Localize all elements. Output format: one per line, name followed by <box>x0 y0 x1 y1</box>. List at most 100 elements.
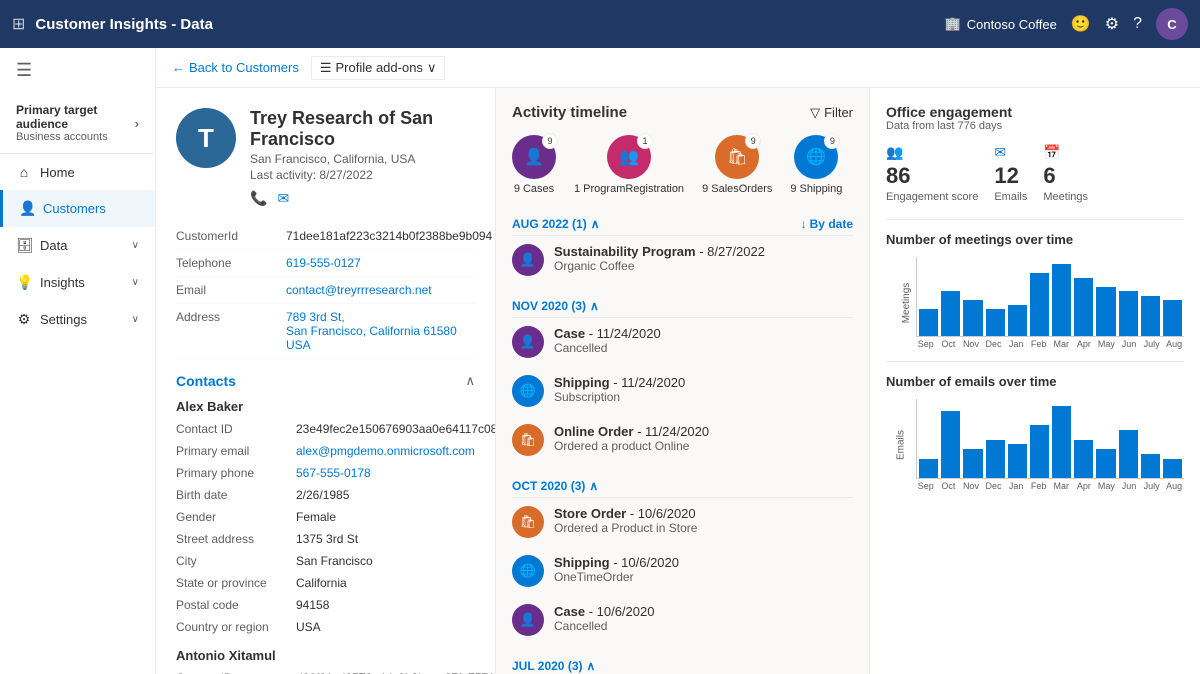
bar-label: May <box>1097 481 1117 491</box>
programreg-label: 1 ProgramRegistration <box>574 183 684 195</box>
bar[interactable] <box>1074 440 1093 478</box>
customerid-value: 71dee181af223c3214b0f2388be9b094 <box>286 229 492 243</box>
back-to-customers-link[interactable]: ← Back to Customers <box>172 60 299 75</box>
timeline-item-case-oct: 👤 Case - 10/6/2020 Cancelled <box>512 596 853 645</box>
customer-detail-panel: T Trey Research of San Francisco San Fra… <box>156 88 496 674</box>
bar-label: Jan <box>1006 339 1026 349</box>
office-engagement-subtitle: Data from last 776 days <box>886 120 1184 132</box>
bar[interactable] <box>941 291 960 336</box>
sidebar-item-customers[interactable]: 👤 Customers <box>0 190 155 227</box>
sidebar-item-settings[interactable]: ⚙ Settings ∨ <box>0 301 155 338</box>
case-nov-content: Case - 11/24/2020 Cancelled <box>554 326 853 355</box>
phone-icon[interactable]: 📞 <box>250 190 267 207</box>
case-nov-icon: 👤 <box>512 326 544 358</box>
emails-stat-icon: ✉ <box>994 144 1006 161</box>
bar[interactable] <box>1074 278 1093 337</box>
bar[interactable] <box>986 309 1005 336</box>
bar-label: Apr <box>1074 339 1094 349</box>
hamburger-icon[interactable]: ☰ <box>0 48 155 93</box>
timeline-item-sustainability: 👤 Sustainability Program - 8/27/2022 Org… <box>512 236 853 285</box>
shipping-label: 9 Shipping <box>790 183 842 195</box>
bar[interactable] <box>963 300 982 336</box>
bar[interactable] <box>1030 273 1049 336</box>
detail-row-customerid: CustomerId 71dee181af223c3214b0f2388be9b… <box>176 223 475 250</box>
grid-icon[interactable]: ⊞ <box>12 14 25 34</box>
timeline-group-jul2020: JUL 2020 (3) ∧ <box>512 653 853 674</box>
gear-button[interactable]: ⚙ <box>1105 14 1119 34</box>
sidebar-item-home[interactable]: ⌂ Home <box>0 154 155 190</box>
timeline-group-aug2022: AUG 2022 (1) ∧ ↓ By date 👤 Sustainabilit… <box>512 211 853 285</box>
sustainability-sub: Organic Coffee <box>554 259 853 273</box>
bar[interactable] <box>986 440 1005 478</box>
shipping-oct-icon: 🌐 <box>512 555 544 587</box>
target-chevron-icon: › <box>135 116 139 131</box>
bar[interactable] <box>1096 449 1115 478</box>
bar[interactable] <box>1052 406 1071 478</box>
case-oct-sub: Cancelled <box>554 619 853 633</box>
bar[interactable] <box>1008 444 1027 478</box>
bar[interactable] <box>919 459 938 478</box>
sidebar: ☰ Primary target audience Business accou… <box>0 48 156 674</box>
contact-alex-street-row: Street address 1375 3rd St <box>176 528 475 550</box>
timeline-month-aug2022[interactable]: AUG 2022 (1) ∧ ↓ By date <box>512 211 853 236</box>
store-order-sub: Ordered a Product in Store <box>554 521 853 535</box>
cases-icon-item[interactable]: 👤 9 9 Cases <box>512 135 556 195</box>
profile-addons-button[interactable]: ☰ Profile add-ons ∨ <box>311 56 446 80</box>
shipping-badge: 9 <box>824 133 840 149</box>
salesorders-icon-item[interactable]: 🛍 9 9 SalesOrders <box>702 135 772 195</box>
cases-circle: 👤 9 <box>512 135 556 179</box>
bar[interactable] <box>963 449 982 478</box>
bar[interactable] <box>1008 305 1027 337</box>
bar[interactable] <box>1119 430 1138 478</box>
timeline-title-row: Activity timeline ▽ Filter <box>512 104 853 121</box>
sidebar-settings-label: Settings <box>40 312 124 327</box>
programreg-icon-item[interactable]: 👥 1 1 ProgramRegistration <box>574 135 684 195</box>
shipping-icon-item[interactable]: 🌐 9 9 Shipping <box>790 135 842 195</box>
content-area: ← Back to Customers ☰ Profile add-ons ∨ … <box>156 48 1200 674</box>
sustainability-content: Sustainability Program - 8/27/2022 Organ… <box>554 244 853 273</box>
timeline-month-jul2020[interactable]: JUL 2020 (3) ∧ <box>512 653 853 674</box>
bar[interactable] <box>1163 459 1182 478</box>
three-cols-layout: T Trey Research of San Francisco San Fra… <box>156 88 1200 674</box>
bar[interactable] <box>1030 425 1049 478</box>
timeline-item-case-nov: 👤 Case - 11/24/2020 Cancelled <box>512 318 853 367</box>
sidebar-target[interactable]: Primary target audience Business account… <box>0 93 155 154</box>
emails-y-label: Emails <box>896 430 907 460</box>
sidebar-item-insights[interactable]: 💡 Insights ∨ <box>0 264 155 301</box>
office-engagement-title: Office engagement <box>886 104 1184 120</box>
filter-button[interactable]: ▽ Filter <box>810 105 853 121</box>
help-button[interactable]: ? <box>1133 15 1142 33</box>
bar-label: Dec <box>984 339 1004 349</box>
salesorders-label: 9 SalesOrders <box>702 183 772 195</box>
stat-engagement-score: 👥 86 Engagement score <box>886 144 978 203</box>
case-oct-title: Case - 10/6/2020 <box>554 604 853 619</box>
avatar[interactable]: C <box>1156 8 1188 40</box>
sidebar-item-data[interactable]: 🗄 Data ∨ <box>0 227 155 264</box>
case-oct-icon: 👤 <box>512 604 544 636</box>
sidebar-customers-label: Customers <box>43 201 139 216</box>
bar-label: Dec <box>984 481 1004 491</box>
email-icon[interactable]: ✉ <box>277 190 289 207</box>
bar[interactable] <box>919 309 938 336</box>
meetings-number: 6 <box>1043 163 1088 189</box>
bar[interactable] <box>1096 287 1115 337</box>
contact-alex-gender-row: Gender Female <box>176 506 475 528</box>
bar[interactable] <box>1119 291 1138 336</box>
contacts-chevron-icon[interactable]: ∧ <box>465 373 475 389</box>
timeline-month-oct2020[interactable]: OCT 2020 (3) ∧ <box>512 473 853 498</box>
meetings-bar-chart: SepOctNovDecJanFebMarAprMayJunJulyAug <box>916 257 1184 349</box>
emails-label: Emails <box>994 191 1027 203</box>
right-panel: Office engagement Data from last 776 day… <box>870 88 1200 674</box>
bar[interactable] <box>1052 264 1071 336</box>
bar[interactable] <box>1141 454 1160 478</box>
sort-icon: ↓ <box>801 217 807 231</box>
timeline-month-nov2020[interactable]: NOV 2020 (3) ∧ <box>512 293 853 318</box>
sort-by-date-button[interactable]: ↓ By date <box>801 217 853 231</box>
bar[interactable] <box>941 411 960 478</box>
smiley-button[interactable]: 🙂 <box>1071 14 1091 34</box>
online-order-title: Online Order - 11/24/2020 <box>554 424 853 439</box>
bar[interactable] <box>1163 300 1182 336</box>
org-name[interactable]: 🏢 Contoso Coffee <box>945 16 1057 32</box>
meetings-stat-icon: 📅 <box>1043 144 1060 161</box>
bar[interactable] <box>1141 296 1160 337</box>
